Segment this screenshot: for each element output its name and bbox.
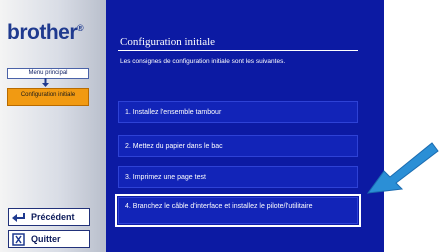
return-arrow-icon [11, 210, 27, 224]
top-band [106, 0, 384, 22]
quit-button[interactable]: Quitter [8, 230, 90, 248]
down-arrow-icon [42, 78, 49, 87]
title-divider [118, 50, 358, 51]
step-1-button[interactable]: 1. Installez l'ensemble tambour [118, 101, 358, 123]
exit-door-icon [11, 232, 27, 246]
right-margin [384, 0, 440, 252]
step-4-button[interactable]: 4. Branchez le câble d'interface et inst… [115, 194, 361, 227]
sidebar: brother® Menu principal Configuration in… [0, 0, 106, 252]
previous-button-label: Précédent [31, 212, 75, 222]
previous-button[interactable]: Précédent [8, 208, 90, 226]
quit-button-label: Quitter [31, 234, 61, 244]
page-title: Configuration initiale [120, 36, 216, 48]
step-2-button[interactable]: 2. Mettez du papier dans le bac [118, 135, 358, 157]
page-description: Les consignes de configuration initiale … [120, 58, 286, 65]
current-page-indicator: Configuration initiale [7, 88, 89, 106]
brother-logo: brother® [7, 21, 84, 44]
main-panel: Configuration initiale Les consignes de … [106, 0, 384, 252]
step-3-button[interactable]: 3. Imprimez une page test [118, 166, 358, 188]
pointer-arrow-icon [366, 142, 439, 194]
